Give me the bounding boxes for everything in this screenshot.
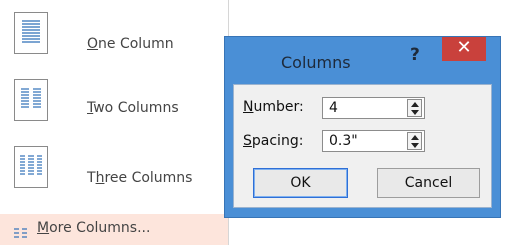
number-value: 4 <box>329 100 338 116</box>
spin-down-icon[interactable] <box>411 143 419 148</box>
cancel-button[interactable]: Cancel <box>377 168 480 198</box>
close-icon: ✕ <box>456 37 472 58</box>
number-label: Number: <box>243 99 304 115</box>
spin-down-icon[interactable] <box>411 110 419 115</box>
spacing-spinner[interactable]: 0.3" <box>322 130 425 152</box>
spacing-spin-arrows[interactable] <box>407 132 422 150</box>
one-column-label: One Column <box>87 36 174 52</box>
spacing-label: Spacing: <box>243 133 304 149</box>
dialog-title: Columns <box>281 53 351 72</box>
number-spin-arrows[interactable] <box>407 99 422 117</box>
columns-menu: One Column Two Columns Three Columns Mor… <box>0 0 229 245</box>
help-button[interactable]: ? <box>410 45 420 65</box>
spin-up-icon[interactable] <box>411 102 419 107</box>
spin-up-icon[interactable] <box>411 135 419 140</box>
two-columns-icon <box>14 79 48 121</box>
menu-item-three-columns[interactable]: Three Columns <box>0 144 228 204</box>
spacing-value: 0.3" <box>329 133 358 149</box>
more-columns-label: More Columns... <box>37 220 151 236</box>
menu-item-two-columns[interactable]: Two Columns <box>0 77 228 137</box>
two-columns-label: Two Columns <box>87 100 179 116</box>
columns-dialog: Columns ? ✕ Number: 4 Spacing: 0.3" OK C… <box>224 36 501 218</box>
three-columns-icon <box>14 146 48 188</box>
more-columns-icon <box>14 224 28 243</box>
three-columns-label: Three Columns <box>87 170 193 186</box>
dialog-body: Number: 4 Spacing: 0.3" OK Cancel <box>233 84 492 208</box>
ok-button[interactable]: OK <box>253 168 348 198</box>
close-button[interactable]: ✕ <box>442 37 486 61</box>
one-column-icon <box>14 12 48 54</box>
menu-item-more-columns[interactable]: More Columns... <box>0 214 228 245</box>
menu-item-one-column[interactable]: One Column <box>0 10 228 70</box>
number-spinner[interactable]: 4 <box>322 97 425 119</box>
